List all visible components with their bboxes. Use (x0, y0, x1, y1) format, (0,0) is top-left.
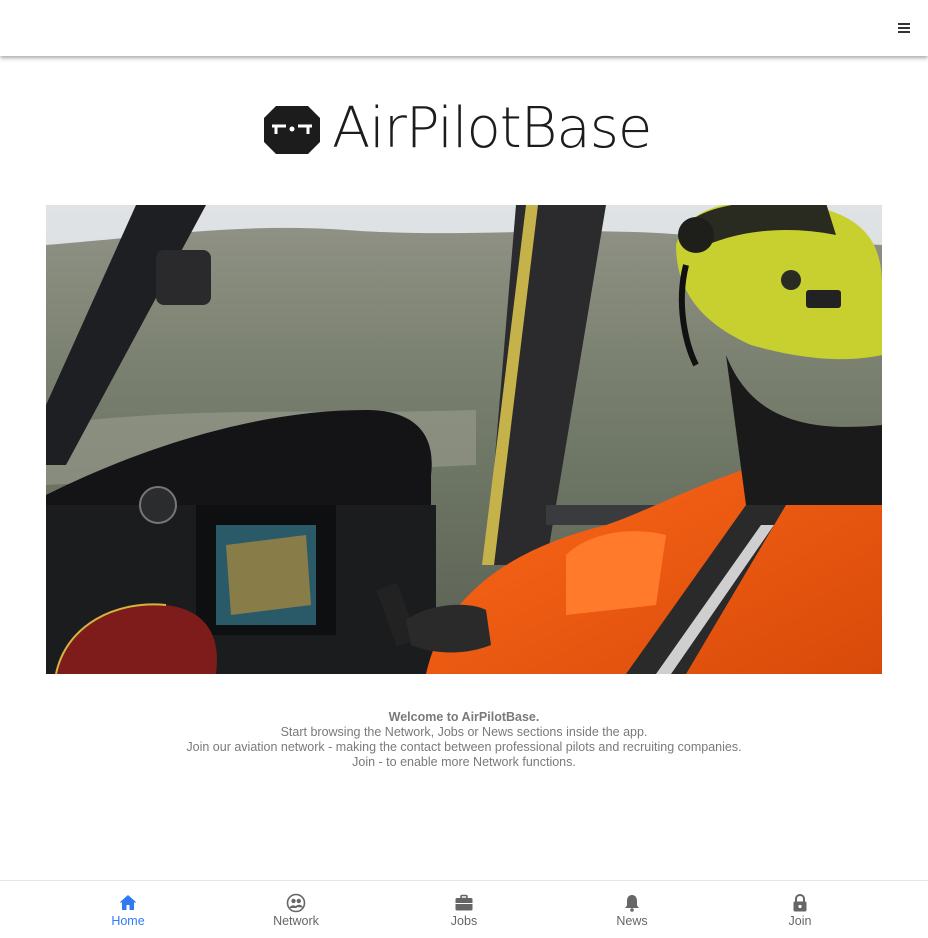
nav-item-home[interactable]: Home (44, 881, 212, 938)
welcome-line-network: Join our aviation network - making the c… (186, 740, 742, 754)
briefcase-icon (455, 894, 473, 911)
nav-label-home: Home (111, 914, 145, 928)
nav-label-join: Join (788, 914, 812, 928)
hamburger-menu-button[interactable] (892, 18, 916, 38)
welcome-message: Welcome to AirPilotBase. Start browsing … (0, 710, 928, 770)
welcome-line-join: Join - to enable more Network functions. (352, 755, 576, 769)
helicopter-cockpit-photo-icon (46, 205, 882, 674)
brand-name: AirPilotBase (332, 96, 652, 161)
home-icon (119, 895, 137, 910)
network-icon (286, 893, 306, 913)
welcome-title: Welcome to AirPilotBase. (388, 710, 540, 724)
brand-logo: AirPilotBase (262, 96, 666, 161)
nav-item-network[interactable]: Network (212, 881, 380, 938)
welcome-line-browse: Start browsing the Network, Jobs or News… (280, 725, 648, 739)
nav-item-join[interactable]: Join (716, 881, 884, 938)
hero-image (46, 205, 882, 674)
nav-label-network: Network (273, 914, 319, 928)
airpilotbase-logo-icon (264, 106, 320, 154)
nav-label-news: News (616, 914, 648, 928)
bell-icon (625, 895, 639, 912)
menu-line (898, 31, 910, 33)
nav-item-news[interactable]: News (548, 881, 716, 938)
bottom-navigation: Home Network Jobs News Join (0, 880, 928, 938)
menu-line (898, 27, 910, 29)
nav-item-jobs[interactable]: Jobs (380, 881, 548, 938)
lock-icon (793, 893, 807, 912)
menu-line (898, 23, 910, 25)
nav-label-jobs: Jobs (450, 914, 478, 928)
top-app-bar (0, 0, 928, 56)
